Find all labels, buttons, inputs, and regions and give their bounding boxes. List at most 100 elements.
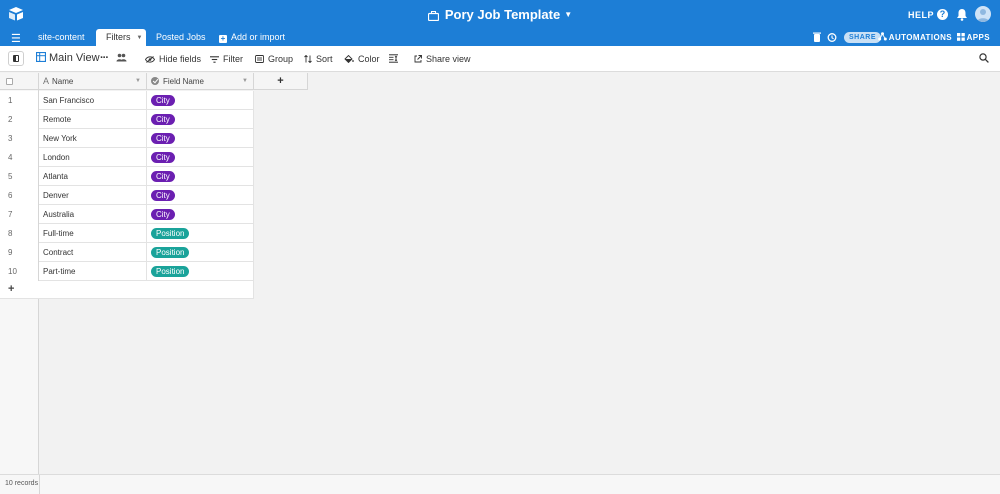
- column-header-name[interactable]: A Name ▼: [39, 73, 147, 90]
- collaborators-icon[interactable]: [116, 53, 127, 62]
- base-title-menu[interactable]: Pory Job Template ▼: [0, 7, 1000, 22]
- single-select-type-icon: [151, 77, 159, 85]
- apps-label: APPS: [966, 33, 990, 42]
- row-number: 4: [0, 148, 39, 167]
- cell-field-name[interactable]: Position: [147, 224, 254, 243]
- color-button[interactable]: Color: [344, 54, 380, 64]
- table-row[interactable]: 10 Part-time Position: [0, 262, 254, 281]
- table-row[interactable]: 5 Atlanta City: [0, 167, 254, 186]
- cell-field-name[interactable]: City: [147, 186, 254, 205]
- cell-name[interactable]: Denver: [39, 186, 147, 205]
- cell-name[interactable]: San Francisco: [39, 91, 147, 110]
- divider: [39, 475, 40, 494]
- table-row[interactable]: 6 Denver City: [0, 186, 254, 205]
- select-option-pill: City: [151, 171, 175, 182]
- avatar[interactable]: [975, 6, 991, 22]
- cell-field-name[interactable]: Position: [147, 262, 254, 281]
- help-link[interactable]: HELP: [908, 10, 934, 20]
- chevron-down-icon[interactable]: ▼: [137, 35, 143, 41]
- row-number: 3: [0, 129, 39, 148]
- sort-button[interactable]: Sort: [304, 54, 333, 64]
- add-record-button[interactable]: +: [0, 281, 254, 299]
- cell-name[interactable]: New York: [39, 129, 147, 148]
- cell-name[interactable]: London: [39, 148, 147, 167]
- cell-name[interactable]: Part-time: [39, 262, 147, 281]
- group-label: Group: [268, 54, 294, 64]
- table-row[interactable]: 1 San Francisco City: [0, 91, 254, 110]
- add-or-import-label: Add or import: [231, 32, 286, 42]
- select-option-pill: Position: [151, 266, 190, 277]
- cell-field-name[interactable]: Position: [147, 243, 254, 262]
- add-field-button[interactable]: +: [254, 73, 308, 90]
- chevron-down-icon[interactable]: ▼: [242, 73, 248, 90]
- cell-name[interactable]: Remote: [39, 110, 147, 129]
- table-row[interactable]: 3 New York City: [0, 129, 254, 148]
- cell-name[interactable]: Full-time: [39, 224, 147, 243]
- select-all-checkbox[interactable]: [6, 78, 13, 85]
- table-tab-bar: ☰ site-content Filters ▼ Posted Jobs + Add…: [0, 29, 1000, 46]
- cell-field-name[interactable]: City: [147, 129, 254, 148]
- more-options-icon[interactable]: ···: [100, 52, 109, 64]
- row-height-icon[interactable]: [389, 54, 398, 63]
- cell-field-name[interactable]: City: [147, 91, 254, 110]
- select-option-pill: Position: [151, 228, 190, 239]
- tab-filters[interactable]: Filters ▼: [96, 29, 146, 46]
- base-title: Pory Job Template: [444, 7, 561, 22]
- share-button[interactable]: SHARE: [843, 32, 881, 43]
- table-row[interactable]: 2 Remote City: [0, 110, 254, 129]
- sidebar-toggle-button[interactable]: [8, 51, 24, 66]
- column-name-label: Name: [52, 77, 74, 86]
- cell-field-name[interactable]: City: [147, 205, 254, 224]
- user-icon: [977, 9, 989, 22]
- sort-icon: [304, 55, 312, 63]
- cell-name[interactable]: Contract: [39, 243, 147, 262]
- tab-posted-jobs[interactable]: Posted Jobs: [156, 29, 206, 46]
- share-view-button[interactable]: Share view: [414, 54, 471, 64]
- table-row[interactable]: 8 Full-time Position: [0, 224, 254, 243]
- cell-field-name[interactable]: City: [147, 110, 254, 129]
- help-icon[interactable]: ?: [937, 9, 948, 20]
- add-or-import-button[interactable]: + Add or import: [219, 29, 285, 46]
- chevron-down-icon[interactable]: ▼: [135, 73, 141, 90]
- apps-grid-icon: [956, 33, 965, 41]
- row-number: 8: [0, 224, 39, 243]
- plus-icon: +: [8, 283, 15, 295]
- automations-icon: [877, 32, 887, 41]
- select-all-header: [0, 73, 39, 90]
- cell-name[interactable]: Australia: [39, 205, 147, 224]
- cell-field-name[interactable]: City: [147, 167, 254, 186]
- hide-fields-button[interactable]: Hide fields: [145, 54, 201, 64]
- automations-label: AUTOMATIONS: [888, 33, 952, 42]
- trash-icon[interactable]: [813, 29, 821, 46]
- text-field-type-icon: A: [43, 76, 50, 86]
- eye-icon: [145, 56, 155, 63]
- view-toolbar: Main View ··· Hide fields Filter Group S…: [0, 46, 1000, 72]
- search-icon[interactable]: [979, 53, 989, 63]
- cell-name[interactable]: Atlanta: [39, 167, 147, 186]
- row-number: 2: [0, 110, 39, 129]
- row-number: 1: [0, 91, 39, 110]
- select-option-pill: City: [151, 209, 175, 220]
- column-header-field-name[interactable]: Field Name ▼: [147, 73, 254, 90]
- table-row[interactable]: 7 Australia City: [0, 205, 254, 224]
- cell-field-name[interactable]: City: [147, 148, 254, 167]
- row-number: 7: [0, 205, 39, 224]
- summary-bar: 10 records: [0, 474, 1000, 494]
- hamburger-menu-icon[interactable]: ☰: [11, 32, 21, 45]
- filter-label: Filter: [223, 54, 243, 64]
- chevron-down-icon: ▼: [564, 10, 573, 19]
- automations-button[interactable]: AUTOMATIONS: [877, 29, 952, 46]
- group-button[interactable]: Group: [255, 54, 293, 64]
- select-option-pill: City: [151, 114, 175, 125]
- top-bar: Pory Job Template ▼ HELP ?: [0, 0, 1000, 29]
- view-switcher[interactable]: Main View: [36, 52, 100, 64]
- row-number: 9: [0, 243, 39, 262]
- bell-icon[interactable]: [956, 8, 968, 21]
- apps-button[interactable]: APPS: [956, 29, 990, 46]
- tab-site-content[interactable]: site-content: [38, 29, 85, 46]
- history-icon[interactable]: [827, 29, 837, 46]
- table-row[interactable]: 4 London City: [0, 148, 254, 167]
- filter-button[interactable]: Filter: [210, 54, 243, 64]
- table-row[interactable]: 9 Contract Position: [0, 243, 254, 262]
- external-link-icon: [414, 55, 422, 63]
